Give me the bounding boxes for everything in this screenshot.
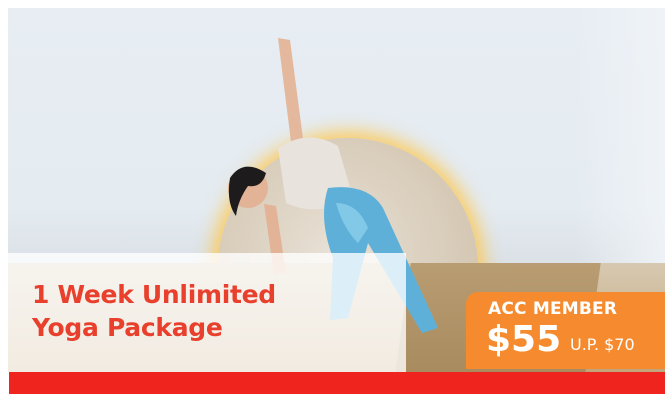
- member-label: ACC MEMBER: [488, 299, 618, 319]
- bottom-left-notch: [0, 372, 9, 394]
- title-line-1: 1 Week Unlimited: [32, 280, 276, 309]
- usual-price: U.P. $70: [570, 335, 635, 354]
- title-line-2: Yoga Package: [32, 313, 223, 342]
- wall-highlight: [575, 8, 665, 268]
- package-title: 1 Week Unlimited Yoga Package: [32, 278, 392, 344]
- member-price: $55: [486, 319, 562, 360]
- promo-banner[interactable]: 1 Week Unlimited Yoga Package ACC MEMBER…: [0, 0, 665, 394]
- bottom-accent-bar: [8, 372, 665, 394]
- member-price-badge: ACC MEMBER $55 U.P. $70: [466, 292, 665, 369]
